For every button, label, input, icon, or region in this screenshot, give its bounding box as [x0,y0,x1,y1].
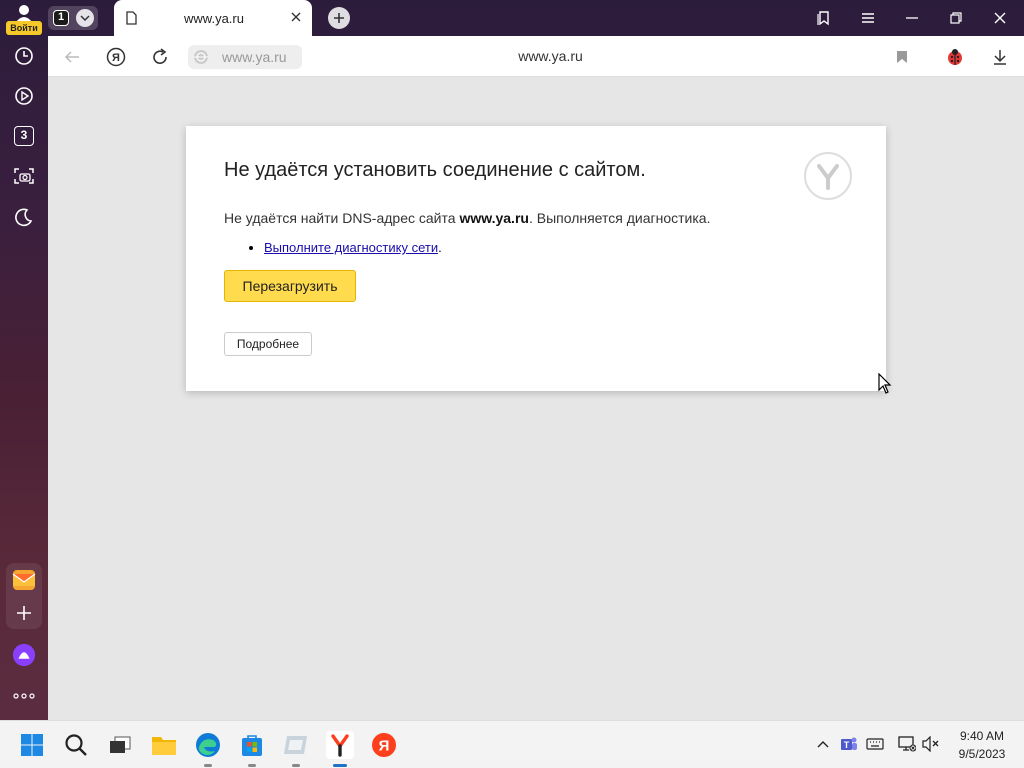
yandex-home-icon[interactable]: Я [105,46,127,68]
task-view-icon[interactable] [106,731,134,759]
login-button[interactable]: Войти [6,4,42,35]
taskbar: Я T 9:40 AM 9/5/2023 [0,720,1024,768]
moon-icon[interactable] [12,205,36,229]
globe-icon [194,50,208,64]
browser-sidebar: Войти 3 [0,0,48,720]
svg-text:Я: Я [379,738,390,755]
yandex-app-icon[interactable]: Я [370,731,398,759]
close-tab-icon[interactable] [290,11,302,23]
store-running-indicator [248,764,256,767]
search-icon[interactable] [62,731,90,759]
url-text: www.ya.ru [222,49,287,65]
yandex-browser-logo [804,152,852,200]
taskbar-clock[interactable]: 9:40 AM 9/5/2023 [950,727,1014,763]
download-icon[interactable] [989,46,1011,68]
edge-running-indicator [204,764,212,767]
address-bar: Я www.ya.ru www.ya.ru [48,36,1024,77]
windows-start-icon[interactable] [18,731,46,759]
add-icon[interactable] [12,601,36,625]
minimize-icon[interactable] [903,9,921,27]
back-icon[interactable] [61,46,83,68]
app-window-icon[interactable] [282,731,310,759]
plus-icon [334,13,344,23]
mouse-cursor-icon [878,373,892,394]
edge-icon[interactable] [194,731,222,759]
microsoft-store-icon[interactable] [238,731,266,759]
ladybug-extension-icon[interactable] [944,46,966,68]
link-suffix: . [438,240,442,255]
url-field[interactable]: www.ya.ru [188,45,302,69]
tab-title: www.ya.ru [184,11,244,26]
yandex-browser-taskbar-icon[interactable] [326,731,354,759]
collections-icon[interactable]: 3 [12,124,36,148]
alice-icon[interactable] [12,643,36,667]
volume-muted-icon[interactable] [922,735,940,753]
error-card: Не удаётся установить соединение с сайто… [186,126,886,391]
chevron-up-icon[interactable] [814,735,832,753]
yandex-browser-active-indicator [333,764,347,767]
file-explorer-icon[interactable] [150,731,178,759]
new-tab-button[interactable] [328,7,350,29]
page-icon [126,11,137,25]
close-window-icon[interactable] [991,9,1009,27]
reload-icon[interactable] [149,46,171,68]
error-message: Не удаётся найти DNS-адрес сайта www.ya.… [224,210,710,226]
tab-active[interactable]: www.ya.ru [114,0,312,36]
clock-time: 9:40 AM [959,729,1005,743]
error-host: www.ya.ru [459,210,529,226]
play-icon[interactable] [12,84,36,108]
reload-button[interactable]: Перезагрузить [224,270,356,302]
error-message-suffix: . Выполняется диагностика. [528,210,711,226]
page-content: Не удаётся установить соединение с сайто… [48,77,1024,720]
network-icon[interactable] [898,735,916,753]
collections-badge: 3 [14,126,34,146]
more-icon[interactable] [12,684,36,708]
tab-groups-button[interactable]: 1 [48,6,98,30]
user-icon [16,5,32,22]
teams-icon[interactable]: T [840,735,858,753]
restore-icon[interactable] [947,9,965,27]
details-button[interactable]: Подробнее [224,332,312,356]
tab-strip: 1 www.ya.ru [48,0,1024,36]
mail-icon[interactable] [12,568,36,592]
chevron-down-icon [76,9,94,27]
screenshot-icon[interactable] [12,164,36,188]
app-running-indicator [292,764,300,767]
history-icon[interactable] [12,44,36,68]
list-item: Выполните диагностику сети. [264,240,442,255]
error-message-prefix: Не удаётся найти DNS-адрес сайта [224,210,460,226]
keyboard-icon[interactable] [866,735,884,753]
tab-count: 1 [53,10,69,26]
login-label: Войти [6,21,42,35]
menu-icon[interactable] [859,9,877,27]
clock-date: 9/5/2023 [958,747,1006,761]
network-diagnostics-link[interactable]: Выполните диагностику сети [264,240,438,255]
suggestion-list: Выполните диагностику сети. [224,240,442,255]
svg-text:Я: Я [112,52,120,64]
svg-text:T: T [844,740,850,750]
error-title: Не удаётся установить соединение с сайто… [224,159,646,181]
bookmarks-panel-icon[interactable] [815,9,833,27]
bookmark-icon[interactable] [891,46,913,68]
